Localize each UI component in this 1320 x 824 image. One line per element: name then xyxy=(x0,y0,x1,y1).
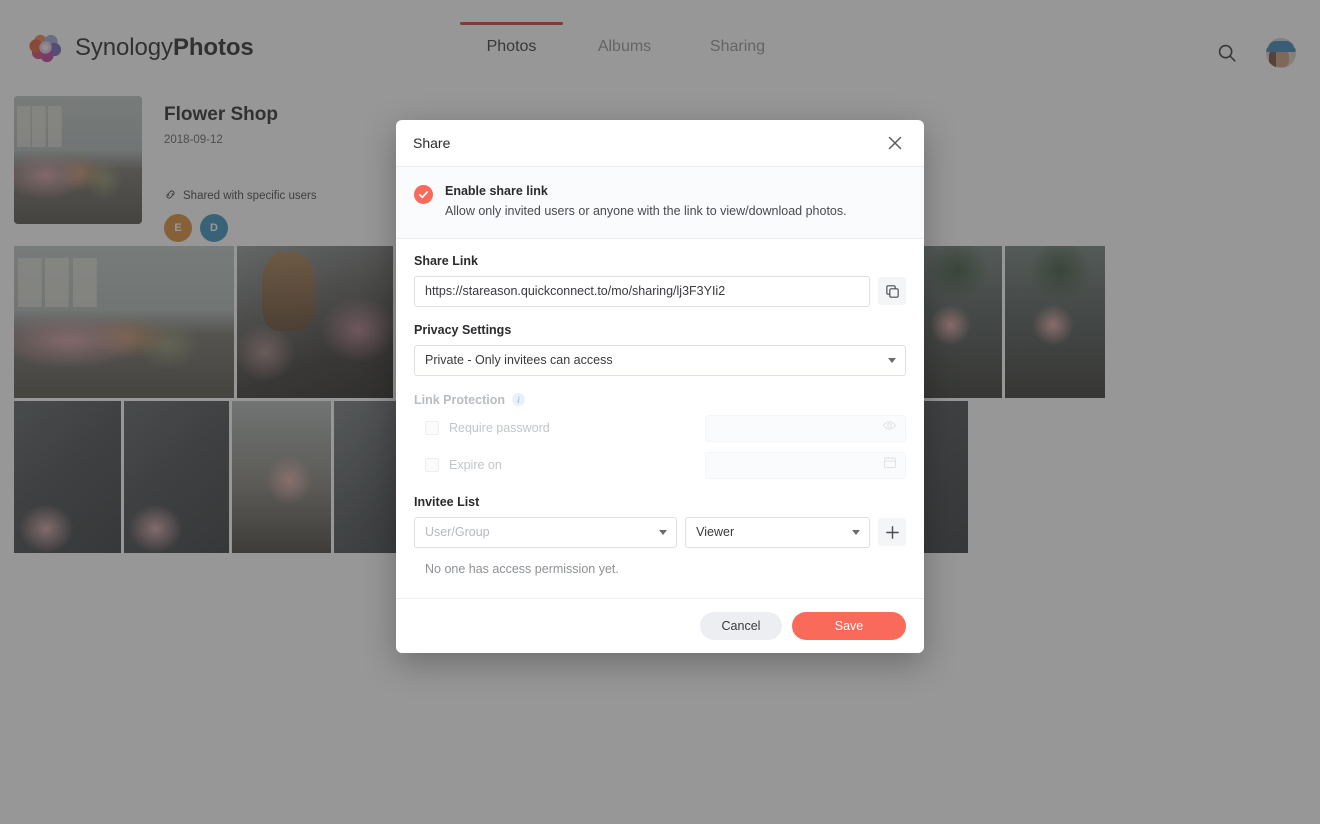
copy-icon[interactable] xyxy=(878,277,906,305)
invitee-list-label: Invitee List xyxy=(414,495,906,509)
chevron-down-icon xyxy=(888,358,896,363)
dialog-footer: Cancel Save xyxy=(396,598,924,653)
role-select[interactable]: Viewer xyxy=(685,517,870,548)
close-icon[interactable] xyxy=(883,131,907,155)
expire-on-row: Expire on xyxy=(414,452,906,479)
share-dialog: Share Enable share link Allow only invit… xyxy=(396,120,924,653)
privacy-settings-select[interactable]: Private - Only invitees can access xyxy=(414,345,906,376)
require-password-input[interactable] xyxy=(705,415,906,442)
invitee-empty-note: No one has access permission yet. xyxy=(414,562,906,592)
enable-share-link-title: Enable share link xyxy=(445,184,847,198)
link-protection-text: Link Protection xyxy=(414,393,505,407)
expire-on-checkbox[interactable] xyxy=(425,458,439,472)
cancel-button[interactable]: Cancel xyxy=(700,612,782,640)
require-password-label: Require password xyxy=(449,421,695,435)
calendar-icon[interactable] xyxy=(883,456,897,475)
dialog-header: Share xyxy=(396,120,924,167)
share-link-label: Share Link xyxy=(414,254,906,268)
enable-share-link-description: Allow only invited users or anyone with … xyxy=(445,203,847,220)
info-icon[interactable]: i xyxy=(512,393,525,406)
role-value: Viewer xyxy=(696,525,734,539)
expire-on-label: Expire on xyxy=(449,458,695,472)
add-invitee-button[interactable] xyxy=(878,518,906,546)
chevron-down-icon xyxy=(659,530,667,535)
privacy-settings-label: Privacy Settings xyxy=(414,323,906,337)
user-group-placeholder: User/Group xyxy=(425,525,490,539)
enable-share-link-texts: Enable share link Allow only invited use… xyxy=(445,183,847,220)
save-button[interactable]: Save xyxy=(792,612,906,640)
chevron-down-icon xyxy=(852,530,860,535)
invitee-input-row: User/Group Viewer xyxy=(414,517,906,548)
expire-on-input[interactable] xyxy=(705,452,906,479)
require-password-checkbox[interactable] xyxy=(425,421,439,435)
dialog-title: Share xyxy=(413,135,883,151)
share-link-input[interactable] xyxy=(414,276,870,307)
share-link-row xyxy=(414,276,906,307)
link-protection-block: Require password Expire on xyxy=(414,415,906,479)
eye-icon[interactable] xyxy=(882,418,897,438)
user-group-select[interactable]: User/Group xyxy=(414,517,677,548)
enable-share-link-section: Enable share link Allow only invited use… xyxy=(396,167,924,239)
require-password-row: Require password xyxy=(414,415,906,442)
enable-share-link-checkbox[interactable] xyxy=(414,185,433,204)
link-protection-label: Link Protection i xyxy=(414,393,906,407)
privacy-settings-value: Private - Only invitees can access xyxy=(425,353,613,367)
dialog-body: Share Link Privacy Settings Private - On… xyxy=(396,239,924,598)
